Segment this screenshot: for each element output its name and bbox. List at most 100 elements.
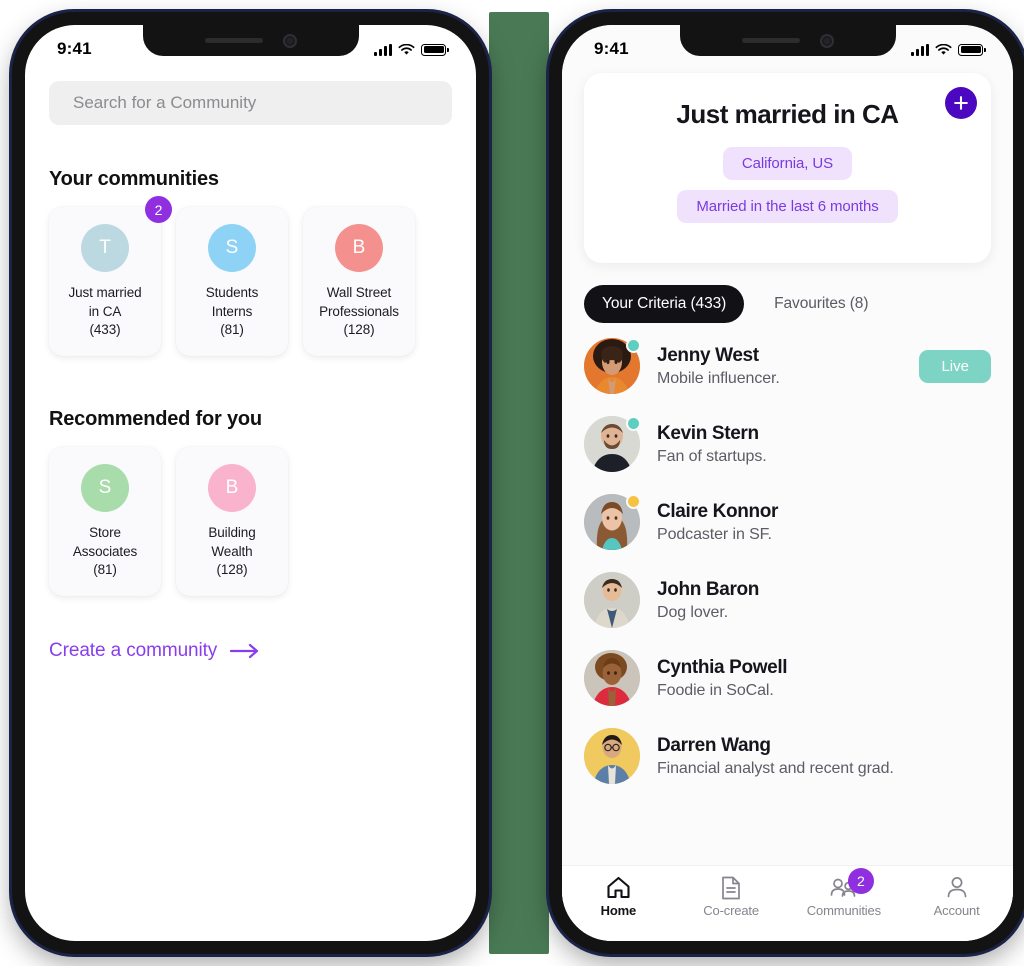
wifi-icon (935, 43, 952, 55)
list-item[interactable]: Jenny West Mobile influencer. Live (584, 327, 991, 405)
recommended-row: S Store Associates (81) B Building Wealt… (49, 446, 452, 596)
person-name: Kevin Stern (657, 422, 759, 444)
nav-badge-communities: 2 (847, 868, 874, 894)
create-community-link[interactable]: Create a community (49, 640, 260, 662)
nav-item-account[interactable]: Account (900, 875, 1013, 918)
wifi-icon (398, 43, 415, 55)
status-dot-away (626, 494, 641, 509)
community-avatar-initial: B (352, 237, 366, 258)
person-text: Darren Wang Financial analyst and recent… (657, 734, 991, 779)
community-avatar: B (335, 224, 383, 272)
list-item[interactable]: John Baron Dog lover. (584, 561, 991, 639)
your-communities-heading: Your communities (49, 168, 219, 190)
live-button[interactable]: Live (919, 349, 991, 383)
community-name-line1: Wall Street (326, 285, 392, 300)
community-avatar-initial: T (99, 237, 111, 258)
community-name-line1: Just married (68, 285, 142, 300)
tab-your-criteria[interactable]: Your Criteria (433) (584, 285, 745, 323)
battery-full-icon (421, 43, 449, 56)
community-name-line2: Wealth (211, 543, 253, 559)
person-name: Cynthia Powell (657, 656, 788, 678)
nav-item-home[interactable]: Home (562, 875, 675, 918)
community-name-line2: Interns (211, 303, 253, 319)
avatar (584, 728, 640, 784)
person-text: Claire Konnor Podcaster in SF. (657, 500, 991, 545)
battery-full-icon (958, 43, 986, 56)
avatar-image (584, 728, 640, 784)
person-icon (946, 875, 968, 900)
community-card-building-wealth[interactable]: B Building Wealth (128) (176, 446, 288, 596)
search-input[interactable] (71, 92, 430, 114)
person-name: John Baron (657, 578, 760, 600)
bottom-navigation: Home Co-create 2 Communities Account (562, 865, 1013, 941)
community-card-just-married[interactable]: 2 T Just married in CA (433) (49, 196, 172, 356)
avatar-wrap (584, 728, 640, 784)
avatar-wrap (584, 650, 640, 706)
person-text: Cynthia Powell Foodie in SoCal. (657, 656, 991, 701)
list-item[interactable]: Cynthia Powell Foodie in SoCal. (584, 639, 991, 717)
community-title: Just married in CA (676, 99, 899, 129)
person-name: Claire Konnor (657, 500, 779, 522)
community-hero-card: Just married in CA California, US Marrie… (584, 73, 991, 263)
background-strip (489, 12, 549, 954)
plus-icon (954, 96, 968, 110)
community-name-line2: Professionals (319, 303, 399, 319)
screen-right: 9:41 Just married in CA California, US M… (562, 25, 1013, 941)
left-main: Your communities 2 T Just married in CA … (25, 25, 476, 662)
nav-item-co-create[interactable]: Co-create (675, 875, 788, 918)
nav-label-communities: Communities (806, 903, 881, 918)
community-name-line1: Store (89, 524, 121, 540)
nav-item-communities[interactable]: 2 Communities (788, 868, 901, 918)
hero-chip-criteria: Married in the last 6 months (677, 190, 898, 223)
community-card-wall-street[interactable]: B Wall Street Professionals (128) (303, 207, 415, 356)
avatar-image (584, 572, 640, 628)
community-card-store-associates[interactable]: S Store Associates (81) (49, 446, 161, 596)
home-icon (606, 875, 631, 900)
community-card-students-interns[interactable]: S Students Interns (81) (176, 207, 288, 356)
list-item[interactable]: Darren Wang Financial analyst and recent… (584, 717, 991, 795)
phone-left: 9:41 Your communities (12, 12, 489, 954)
cellular-bars-icon (374, 43, 392, 56)
notch (679, 25, 896, 56)
status-dot-online (626, 416, 641, 431)
avatar (584, 650, 640, 706)
hero-chip-criteria-wrap: Married in the last 6 months (604, 190, 971, 233)
search-community-field[interactable] (49, 81, 452, 125)
tab-favourites[interactable]: Favourites (8) (756, 285, 886, 323)
community-name-line1: Building (208, 524, 256, 540)
person-description: Mobile influencer. (657, 370, 780, 388)
people-list[interactable]: Jenny West Mobile influencer. Live Kevin… (562, 327, 1013, 865)
front-camera-icon (282, 33, 297, 48)
person-name: Jenny West (657, 344, 759, 366)
person-description: Financial analyst and recent grad. (657, 760, 894, 778)
nav-label-home: Home (600, 903, 637, 918)
add-member-button[interactable] (945, 87, 977, 119)
nav-label-account: Account (933, 903, 980, 918)
front-camera-icon (819, 33, 834, 48)
community-avatar: T (81, 224, 129, 272)
avatar-wrap (584, 416, 641, 472)
filter-tabs: Your Criteria (433) Favourites (8) (562, 263, 1013, 327)
arrow-right-icon (230, 643, 259, 658)
speaker-grille-icon (204, 38, 263, 43)
person-text: Jenny West Mobile influencer. (657, 344, 902, 389)
nav-label-co-create: Co-create (703, 903, 759, 918)
person-description: Fan of startups. (657, 448, 767, 466)
community-name-line1: Students (205, 285, 259, 300)
community-name-line2: in CA (88, 303, 122, 319)
cellular-bars-icon (911, 43, 929, 56)
hero-chip-location-wrap: California, US (604, 147, 971, 190)
person-text: Kevin Stern Fan of startups. (657, 422, 991, 467)
community-member-count: (128) (216, 562, 248, 578)
avatar-wrap (584, 494, 641, 550)
community-avatar-initial: B (225, 476, 239, 498)
screen-left: 9:41 Your communities (25, 25, 476, 941)
status-indicators (911, 43, 986, 56)
community-avatar: S (208, 224, 256, 272)
list-item[interactable]: Kevin Stern Fan of startups. (584, 405, 991, 483)
your-communities-row: 2 T Just married in CA (433) S Students … (49, 196, 452, 356)
document-icon (721, 875, 741, 900)
stage: 9:41 Your communities (0, 0, 1024, 966)
list-item[interactable]: Claire Konnor Podcaster in SF. (584, 483, 991, 561)
community-name-line2: Associates (72, 543, 138, 559)
